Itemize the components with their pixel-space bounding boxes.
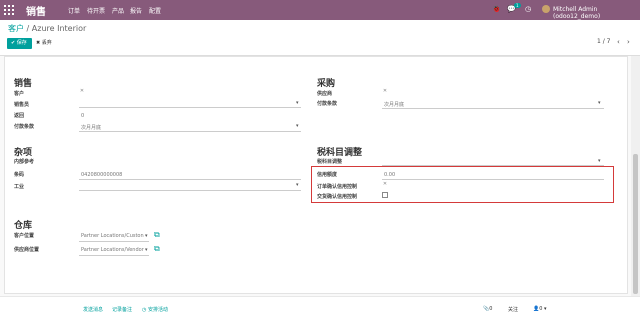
- misc-heading: 杂项: [14, 148, 33, 158]
- industry-field[interactable]: [79, 190, 301, 191]
- chevron-down-icon[interactable]: ▾: [598, 100, 601, 106]
- warehouse-heading: 仓库: [14, 221, 33, 231]
- chevron-down-icon[interactable]: ▾: [296, 100, 299, 106]
- fiscal-position-label: 税科目调整: [317, 159, 343, 165]
- customer-label: 客户: [14, 91, 25, 97]
- breadcrumb-separator: /: [26, 24, 30, 33]
- purchase-heading: 采购: [317, 79, 336, 89]
- breadcrumb-customers[interactable]: 客户: [8, 24, 24, 33]
- internal-ref-label: 内部参考: [14, 159, 35, 165]
- vendor-checkbox[interactable]: ✕: [382, 89, 388, 95]
- customer-location-label: 客户位置: [14, 233, 35, 239]
- debug-icon[interactable]: 🐞: [492, 5, 501, 13]
- industry-label: 工业: [14, 184, 25, 190]
- fiscal-heading: 税科目调整: [317, 148, 363, 158]
- sales-heading: 销售: [14, 79, 33, 89]
- save-button[interactable]: ✔ 保存: [7, 38, 32, 49]
- vendor-payment-terms-field[interactable]: [382, 108, 604, 109]
- external-link-icon[interactable]: ⧉: [154, 231, 162, 239]
- salesperson-label: 销售员: [14, 102, 30, 108]
- chatter-bar: 发送消息 记录备注 ◷ 安排活动 📎0 关注 👤0 ▾: [0, 296, 640, 318]
- discard-button[interactable]: ✖ 丢弃: [36, 38, 52, 49]
- chevron-down-icon[interactable]: ▾: [598, 158, 601, 164]
- chevron-down-icon[interactable]: ▾: [145, 233, 148, 239]
- chevron-down-icon[interactable]: ▾: [296, 182, 299, 188]
- attachments-button[interactable]: 📎0: [483, 306, 492, 312]
- vendor-payment-terms-value[interactable]: 次月月底: [384, 101, 404, 108]
- delivery-method-label: 返回: [14, 113, 25, 119]
- user-menu[interactable]: Mitchell Admin (odoo12_demo): [553, 6, 640, 20]
- chevron-down-icon[interactable]: ▾: [296, 123, 299, 129]
- breadcrumb-current: Azure Interior: [31, 24, 87, 33]
- schedule-activity-button[interactable]: ◷ 安排活动: [142, 306, 168, 313]
- avatar[interactable]: [542, 5, 550, 13]
- send-message-button[interactable]: 发送消息: [83, 306, 103, 313]
- external-link-icon[interactable]: ⧉: [154, 245, 162, 253]
- menu-to-invoice[interactable]: 待开票: [87, 6, 105, 15]
- follow-button[interactable]: 关注: [508, 306, 518, 313]
- barcode-label: 条码: [14, 172, 25, 178]
- apps-menu-icon[interactable]: [4, 5, 14, 15]
- vendor-location-field[interactable]: [79, 255, 149, 256]
- pager-value: 1 / 7: [597, 38, 611, 45]
- top-navbar: 销售 订单 待开票 产品 报告 配置 🐞 💬 1 ◷ Mitchell Admi…: [0, 0, 640, 20]
- menu-reports[interactable]: 报告: [130, 6, 142, 15]
- salesperson-field[interactable]: [79, 107, 301, 108]
- delivery-method-value[interactable]: 0: [81, 113, 84, 119]
- menu-products[interactable]: 产品: [112, 6, 124, 15]
- vendor-location-label: 供应商位置: [14, 247, 40, 253]
- pager: 1 / 7 ‹ ›: [597, 38, 630, 46]
- pager-prev-button[interactable]: ‹: [617, 38, 620, 46]
- followers-button[interactable]: 👤0 ▾: [533, 306, 547, 312]
- customer-checkbox[interactable]: ✕: [79, 89, 85, 95]
- vendor-payment-terms-label: 付款条款: [317, 101, 338, 107]
- barcode-value[interactable]: 0420800000008: [81, 172, 122, 178]
- highlight-box: [311, 166, 614, 203]
- menu-orders[interactable]: 订单: [68, 6, 80, 15]
- payment-terms-field[interactable]: [79, 131, 301, 132]
- customer-location-value[interactable]: Partner Locations/Custon: [81, 233, 144, 239]
- payment-terms-value[interactable]: 次月月底: [81, 124, 101, 131]
- vendor-label: 供应商: [317, 91, 333, 97]
- app-title: 销售: [26, 7, 46, 18]
- barcode-field[interactable]: [79, 179, 301, 180]
- menu-configuration[interactable]: 配置: [149, 6, 161, 15]
- breadcrumb: 客户 / Azure Interior: [8, 23, 86, 34]
- payment-terms-label: 付款条款: [14, 124, 35, 130]
- chevron-down-icon[interactable]: ▾: [145, 247, 148, 253]
- vendor-location-value[interactable]: Partner Locations/Vendor: [81, 247, 144, 253]
- log-note-button[interactable]: 记录备注: [112, 306, 132, 313]
- pager-next-button[interactable]: ›: [627, 38, 630, 46]
- scrollbar[interactable]: [631, 56, 640, 296]
- activity-clock-icon[interactable]: ◷: [525, 5, 531, 13]
- scrollbar-thumb[interactable]: [633, 154, 638, 294]
- close-icon: ✖: [36, 40, 41, 46]
- chat-badge: 1: [514, 3, 521, 8]
- control-panel: 客户 / Azure Interior ✔ 保存 ✖ 丢弃 1 / 7 ‹ ›: [0, 20, 640, 56]
- customer-location-field[interactable]: [79, 241, 149, 242]
- clock-icon: ◷: [142, 307, 147, 313]
